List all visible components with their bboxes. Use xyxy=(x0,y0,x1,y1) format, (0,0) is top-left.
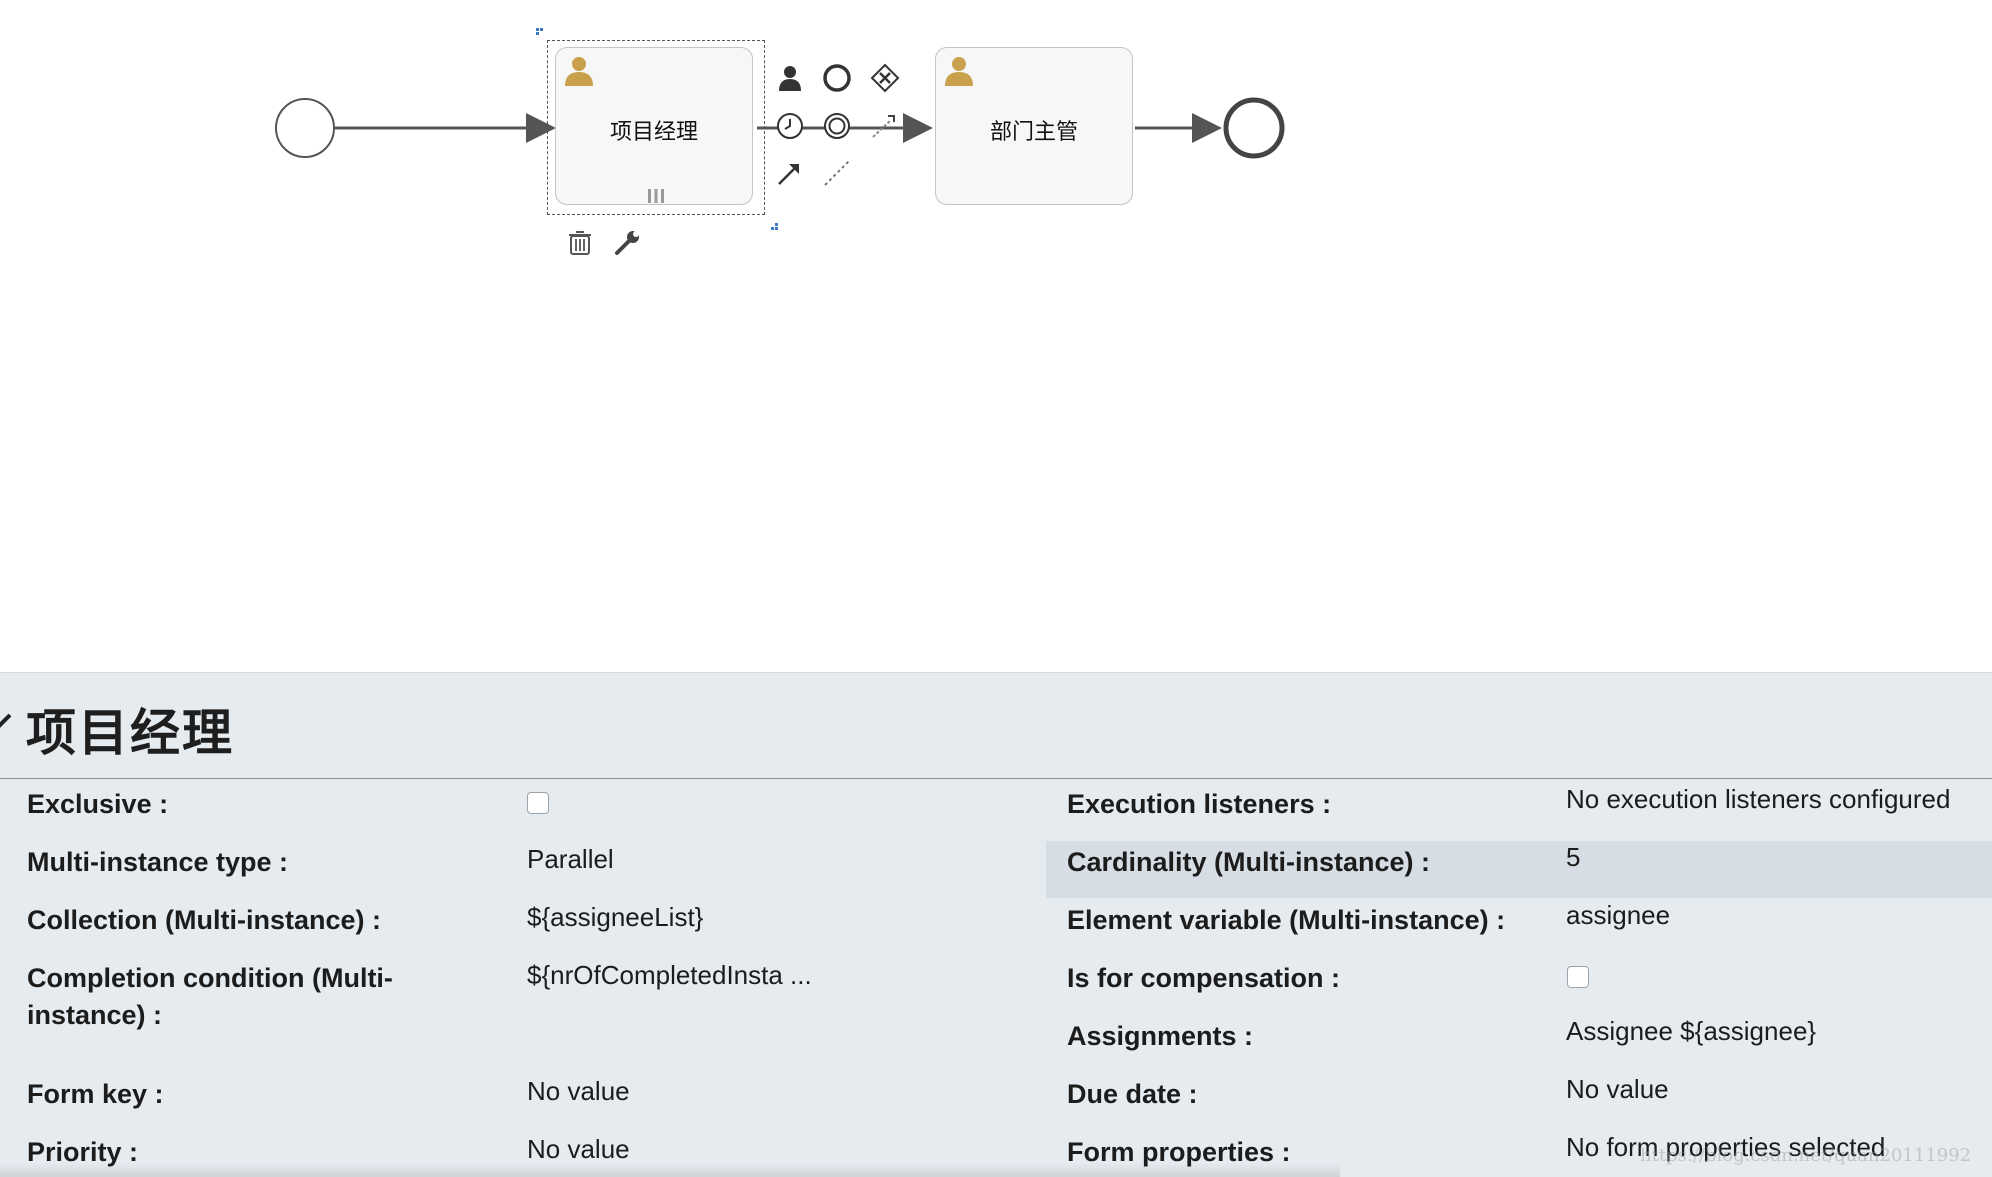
prop-value-completion-condition[interactable]: ${nrOfCompletedInsta ... xyxy=(527,958,812,992)
prop-label-completion-condition: Completion condition (Multi- instance) : xyxy=(27,960,393,1034)
prop-label-multi-instance-type: Multi-instance type : xyxy=(27,847,289,877)
timer-event-icon[interactable] xyxy=(775,111,805,141)
prop-label-exclusive: Exclusive : xyxy=(27,789,169,819)
exclusive-checkbox[interactable] xyxy=(527,792,549,814)
properties-panel-header[interactable]: 项目经理 xyxy=(0,673,1992,779)
prop-label-collection: Collection (Multi-instance) : xyxy=(27,905,381,935)
task-label: 项目经理 xyxy=(609,120,698,145)
user-task-selected[interactable]: 项目经理 xyxy=(555,47,753,205)
diagram-canvas[interactable]: 项目经理 部门主管 xyxy=(0,0,1992,672)
user-task-icon[interactable] xyxy=(775,63,805,93)
delete-icon[interactable] xyxy=(565,227,595,257)
prop-value-collection[interactable]: ${assigneeList} xyxy=(527,900,703,934)
prop-value-assignments[interactable]: Assignee ${assignee} xyxy=(1566,1014,1816,1048)
exclusive-gateway-icon[interactable] xyxy=(870,63,900,93)
user-task[interactable]: 部门主管 xyxy=(935,47,1133,205)
watermark: https://blog.csdn.net/quan20111992 xyxy=(1640,1145,1972,1166)
prop-label-cardinality: Cardinality (Multi-instance) : xyxy=(1067,847,1431,877)
prop-value-cardinality[interactable]: 5 xyxy=(1566,840,1580,874)
prop-label-line: Completion condition (Multi- xyxy=(27,963,393,993)
sequence-flow-icon[interactable] xyxy=(870,111,900,141)
resize-handle-bottom-right[interactable] xyxy=(771,223,778,230)
association-icon[interactable] xyxy=(775,158,805,188)
prop-value-priority[interactable]: No value xyxy=(527,1132,630,1166)
collapse-arrow-icon[interactable] xyxy=(0,711,14,738)
prop-label-execution-listeners: Execution listeners : xyxy=(1067,789,1332,819)
wrench-icon[interactable] xyxy=(613,227,643,257)
prop-label-is-for-compensation: Is for compensation : xyxy=(1067,963,1341,993)
prop-value-execution-listeners[interactable]: No execution listeners configured xyxy=(1566,782,1950,816)
prop-value-form-key[interactable]: No value xyxy=(527,1074,630,1108)
prop-label-element-variable: Element variable (Multi-instance) : xyxy=(1067,905,1506,935)
end-event-icon[interactable] xyxy=(822,63,852,93)
prop-value-multi-instance-type[interactable]: Parallel xyxy=(527,842,614,876)
user-icon xyxy=(562,54,596,93)
prop-label-line: instance) : xyxy=(27,1000,163,1030)
prop-label-assignments: Assignments : xyxy=(1067,1021,1254,1051)
end-event[interactable] xyxy=(1223,97,1285,159)
panel-bottom-shadow xyxy=(0,1163,1340,1177)
user-icon xyxy=(942,54,976,93)
start-event[interactable] xyxy=(275,98,335,158)
prop-label-form-key: Form key : xyxy=(27,1079,164,1109)
resize-handle-top-left[interactable] xyxy=(536,28,543,35)
dashed-association-icon[interactable] xyxy=(822,158,852,188)
multi-instance-parallel-icon xyxy=(646,188,666,209)
properties-panel: 项目经理 Exclusive : Multi-instance type : P… xyxy=(0,672,1992,1177)
is-for-compensation-checkbox[interactable] xyxy=(1567,966,1589,988)
task-label: 部门主管 xyxy=(989,120,1078,145)
intermediate-event-icon[interactable] xyxy=(822,111,852,141)
prop-value-due-date[interactable]: No value xyxy=(1566,1072,1669,1106)
prop-value-element-variable[interactable]: assignee xyxy=(1566,898,1670,932)
prop-label-due-date: Due date : xyxy=(1067,1079,1198,1109)
panel-title: 项目经理 xyxy=(26,704,234,762)
